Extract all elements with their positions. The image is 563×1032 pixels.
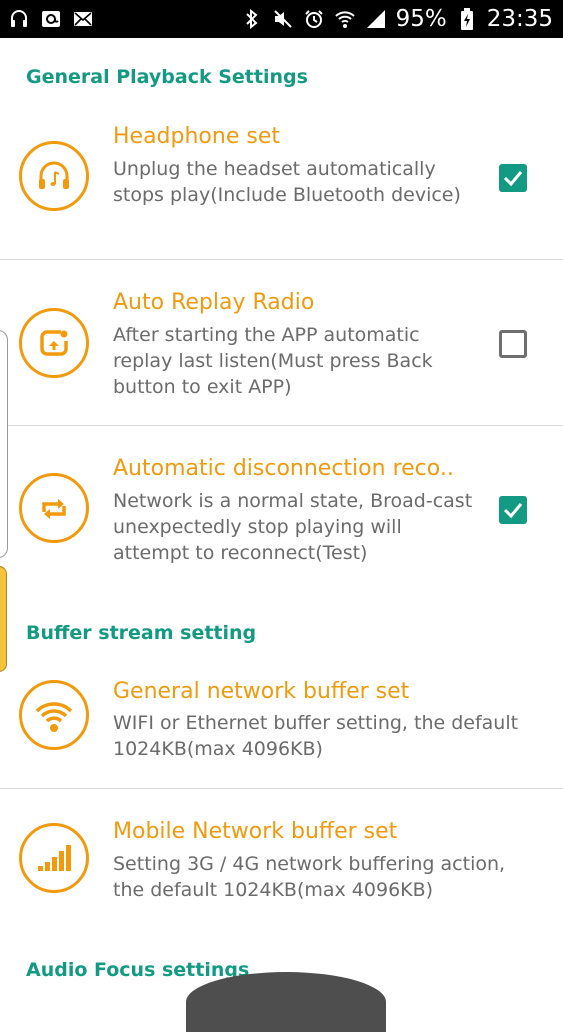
mail-envelope-icon — [72, 8, 94, 30]
auto-reconnect-checkbox[interactable] — [499, 496, 527, 524]
floating-button-partial[interactable] — [186, 972, 386, 1032]
section-header-buffer-stream: Buffer stream setting — [26, 622, 257, 644]
setting-title: Auto Replay Radio — [113, 290, 315, 315]
mute-icon — [272, 8, 294, 30]
wifi-icon — [334, 8, 356, 30]
section-header-audio-focus: Audio Focus settings — [26, 959, 250, 981]
status-bar: 95% 23:35 — [0, 0, 563, 38]
auto-replay-checkbox[interactable] — [499, 330, 527, 358]
setting-description: After starting the APP automatic replay … — [113, 324, 433, 398]
setting-title: Mobile Network buffer set — [113, 819, 398, 844]
alarm-icon — [303, 8, 325, 30]
reconnect-arrows-icon — [19, 473, 89, 543]
setting-description: WIFI or Ethernet buffer setting, the def… — [113, 712, 519, 760]
setting-title: General network buffer set — [113, 679, 410, 704]
check-icon — [503, 503, 523, 519]
setting-row-headphone[interactable]: Headphone set Unplug the headset automat… — [0, 112, 563, 258]
check-icon — [503, 171, 523, 187]
battery-percent: 95% — [395, 6, 447, 32]
replay-icon — [19, 308, 89, 378]
setting-row-auto-replay[interactable]: Auto Replay Radio After starting the APP… — [0, 260, 563, 425]
battery-charging-icon — [456, 8, 478, 30]
headphones-icon — [8, 8, 30, 30]
clock: 23:35 — [486, 6, 553, 32]
signal-icon — [365, 8, 387, 30]
setting-description: Setting 3G / 4G network buffering action… — [113, 853, 506, 901]
bluetooth-icon — [241, 8, 263, 30]
section-header-general-playback: General Playback Settings — [26, 66, 308, 88]
edge-tab[interactable] — [0, 566, 7, 672]
signal-bars-icon — [19, 823, 89, 893]
setting-row-auto-reconnect[interactable]: Automatic disconnection reco.. Network i… — [0, 426, 563, 601]
setting-description: Network is a normal state, Broad-cast un… — [113, 490, 473, 564]
setting-row-general-network-buffer[interactable]: General network buffer set WIFI or Ether… — [0, 660, 563, 788]
headphone-checkbox[interactable] — [499, 164, 527, 192]
edge-panel-handle[interactable] — [0, 330, 8, 558]
headphone-note-icon — [19, 141, 89, 211]
setting-description: Unplug the headset automatically stops p… — [113, 158, 461, 206]
setting-row-mobile-network-buffer[interactable]: Mobile Network buffer set Setting 3G / 4… — [0, 789, 563, 939]
setting-title: Headphone set — [113, 124, 280, 149]
wifi-icon — [19, 680, 89, 750]
setting-title: Automatic disconnection reco.. — [113, 456, 454, 481]
email-at-icon — [40, 8, 62, 30]
